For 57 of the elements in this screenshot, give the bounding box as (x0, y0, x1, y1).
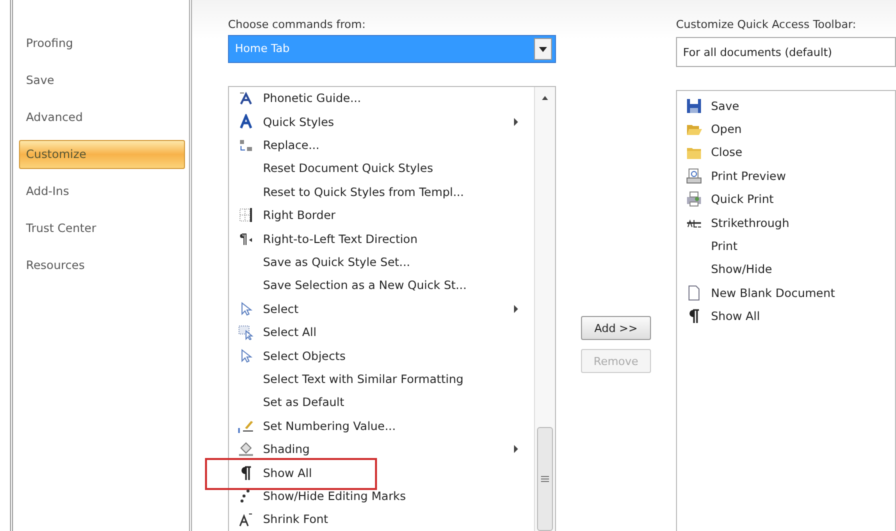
command-item[interactable]: Save as Quick Style Set... (229, 250, 533, 274)
sidebar-item[interactable]: Save (19, 66, 185, 95)
command-item[interactable]: Select All (229, 320, 533, 344)
styles-icon (238, 114, 254, 130)
command-item[interactable]: Replace... (229, 133, 533, 157)
commands-label: Choose commands from: (228, 18, 367, 32)
phonetic-icon (238, 90, 254, 106)
add-button[interactable]: Add >> (581, 316, 651, 340)
border-icon (238, 207, 254, 224)
paint-bucket-icon (238, 441, 254, 458)
command-item[interactable]: Save Selection as a New Quick St... (229, 274, 533, 298)
printer-icon (686, 191, 702, 208)
toolbar-dropdown[interactable]: For all documents (default) (676, 37, 896, 67)
sidebar-item[interactable]: Trust Center (19, 214, 185, 243)
toolbar-label: Customize Quick Access Toolbar: (676, 18, 858, 33)
print-preview-icon (686, 168, 702, 184)
toolbar-item[interactable]: Open (677, 117, 895, 141)
toolbar-item[interactable]: New Blank Document (677, 281, 895, 305)
scroll-up-icon[interactable] (541, 94, 549, 101)
pilcrow-arrow-icon (238, 230, 254, 247)
sidebar-item[interactable]: Resources (19, 251, 185, 280)
command-item[interactable]: Quick Styles (229, 110, 533, 134)
toolbar-item[interactable]: Quick Print (677, 188, 895, 211)
toolbar-item[interactable]: Strikethrough (677, 210, 895, 234)
sidebar-item[interactable]: Add-Ins (19, 177, 185, 206)
submenu-arrow-icon (513, 118, 519, 126)
grip-icon (541, 476, 549, 482)
submenu-arrow-icon (513, 445, 519, 454)
submenu-arrow-icon (513, 304, 519, 313)
shrink-font-icon (238, 511, 254, 528)
toolbar-item[interactable]: Save (677, 94, 895, 118)
command-item[interactable]: Select Objects (229, 344, 533, 368)
toolbar-item[interactable]: Show/Hide (677, 258, 895, 282)
toolbar-item[interactable]: Print (677, 234, 895, 258)
command-item[interactable]: Show All (229, 460, 533, 484)
command-item[interactable]: Set as Default (229, 390, 533, 414)
sidebar-item[interactable]: Advanced (19, 103, 185, 132)
blank-document-icon (686, 284, 702, 301)
scroll-thumb[interactable] (537, 426, 553, 531)
command-item[interactable]: Shrink Font (229, 508, 533, 531)
command-item[interactable]: Right Border (229, 204, 533, 227)
command-item[interactable]: Select (229, 297, 533, 320)
command-item[interactable]: Show/Hide Editing Marks (229, 484, 533, 508)
command-item[interactable]: Phonetic Guide... (229, 86, 533, 110)
command-item[interactable]: Set Numbering Value... (229, 414, 533, 438)
command-item[interactable]: Reset to Quick Styles from Templ... (229, 180, 533, 204)
sidebar-item[interactable]: Customize (19, 140, 185, 169)
command-item[interactable]: Reset Document Quick Styles (229, 156, 533, 180)
toolbar-item[interactable]: Show All (677, 304, 895, 328)
scrollbar[interactable] (534, 86, 555, 531)
command-item[interactable]: Right-to-Left Text Direction (229, 226, 533, 250)
sidebar-item[interactable]: Proofing (19, 29, 185, 58)
command-item[interactable]: Select Text with Similar Formatting (229, 367, 533, 391)
command-item[interactable]: Shading (229, 437, 533, 461)
toolbar-item[interactable]: Close (677, 140, 895, 164)
toolbar-item[interactable]: Print Preview (677, 164, 895, 188)
select-all-icon (238, 324, 254, 340)
